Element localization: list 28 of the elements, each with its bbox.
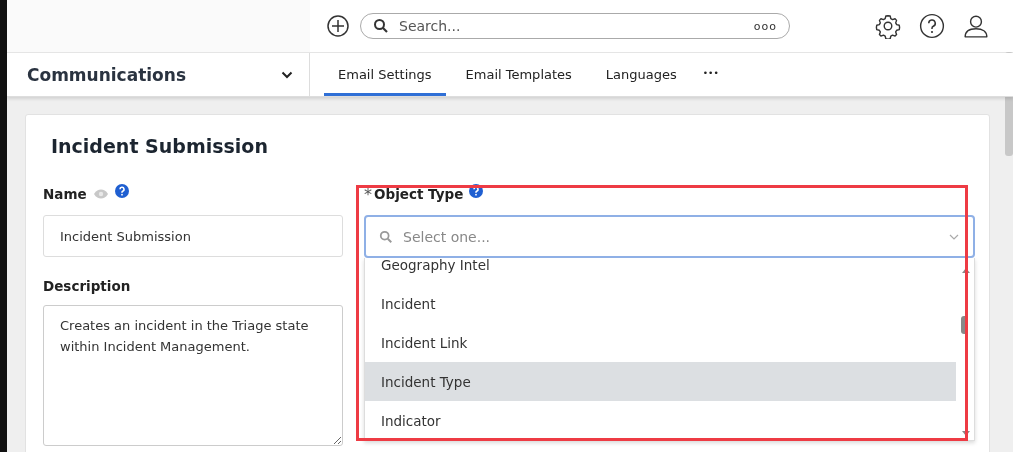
more-tabs-button[interactable]: ••• [696,53,725,96]
add-icon[interactable] [326,14,350,38]
field-label: Name [43,186,87,202]
search-icon [379,230,393,244]
name-input[interactable]: Incident Submission [43,215,343,257]
dropdown-option[interactable]: Geography Intel [365,258,956,284]
settings-icon[interactable] [875,13,901,39]
help-icon[interactable] [114,184,129,198]
help-icon[interactable] [919,13,945,39]
field-label: Description [43,278,131,294]
user-icon[interactable] [963,13,989,39]
dropdown-option[interactable]: Indicator [365,401,956,440]
required-mark: * [364,184,372,204]
tab[interactable]: Languages [591,53,691,96]
chevron-down-icon[interactable] [281,70,293,79]
card-title: Incident Submission [50,134,269,157]
dropdown-option[interactable]: Incident Link [365,323,956,362]
search-options[interactable]: ooo [753,19,777,33]
help-icon[interactable] [469,184,484,198]
object-type-select[interactable]: Select one... [364,215,975,258]
section-title: Communications [27,64,187,85]
description-textarea[interactable]: Creates an incident in the Triage state within Incident Management. [43,305,343,446]
tab[interactable]: Email Templates [451,53,586,96]
field-label: Object Type [374,186,464,202]
search-icon [373,18,389,34]
page-scrollbar[interactable] [1005,52,1013,156]
dropdown-option[interactable]: Incident Type [365,362,956,401]
dropdown-option[interactable]: Incident [365,284,956,323]
